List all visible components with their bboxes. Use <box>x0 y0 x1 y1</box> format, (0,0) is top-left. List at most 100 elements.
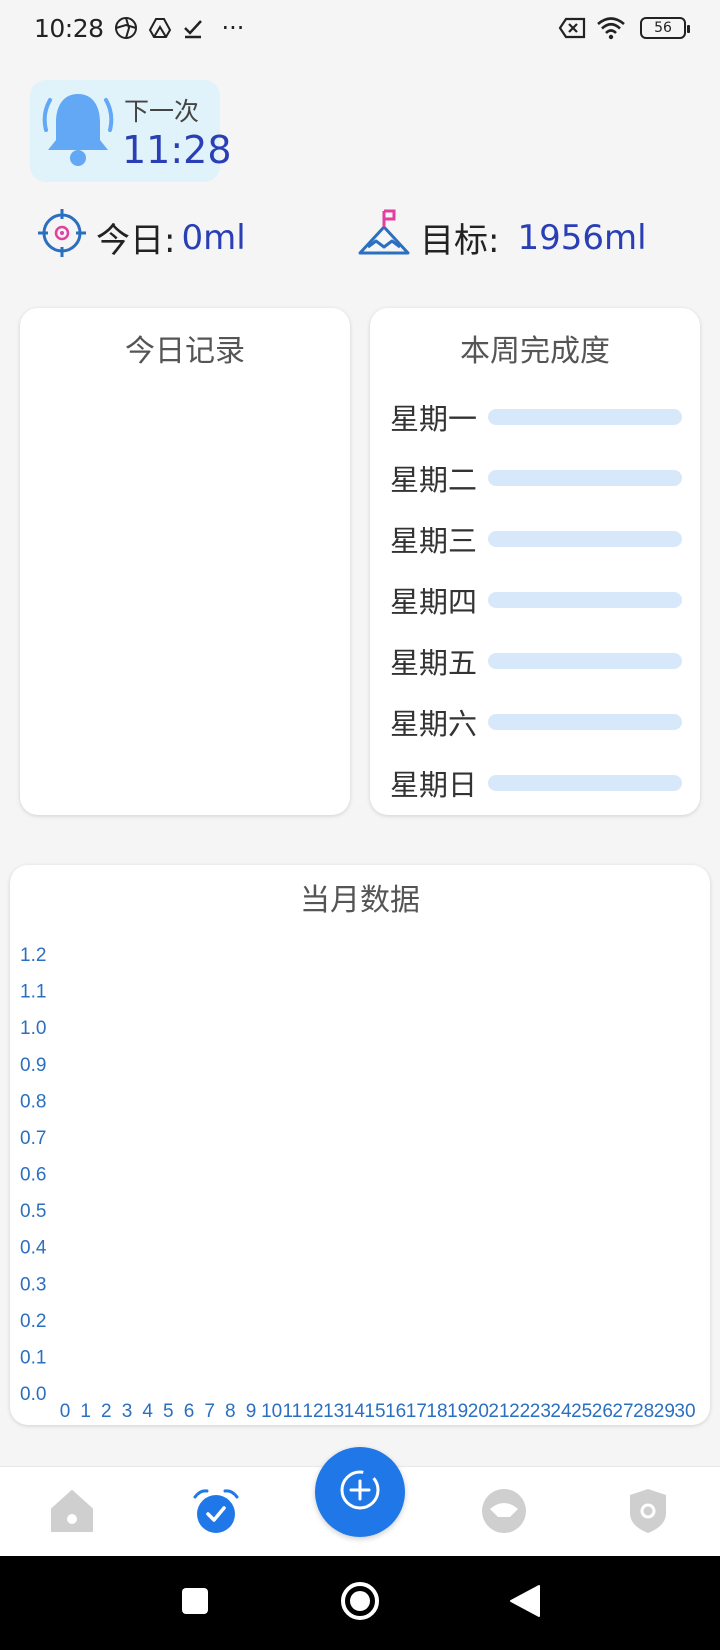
week-day-row: 星期三 <box>390 508 682 569</box>
goal-value: 1956ml <box>517 217 647 258</box>
month-chart: 0.0 0.1 0.2 0.3 0.4 0.5 0.6 0.7 0.8 0.9 1.0 1.1 1.2 0… <box>20 945 696 1422</box>
status-time: 10:28 <box>34 13 104 43</box>
week-day-progress-bar <box>488 469 682 486</box>
nav-security[interactable] <box>622 1487 674 1539</box>
status-right: 56 <box>558 16 690 40</box>
week-day-progress-bar <box>488 591 682 608</box>
more-indicator: ··· <box>221 14 245 42</box>
week-day-label: 星期一 <box>390 401 478 436</box>
x-tick-label: 25 <box>571 1401 592 1422</box>
goal-label: 目标: <box>420 221 500 261</box>
x-tick-label: 27 <box>612 1401 633 1422</box>
x-tick-label: 23 <box>530 1401 551 1422</box>
y-tick-label: 0.5 <box>20 1201 46 1222</box>
battery-level: 56 <box>654 20 672 36</box>
x-tick-label: 26 <box>592 1401 613 1422</box>
status-bar: 10:28 ··· 56 <box>0 0 720 56</box>
week-progress-title: 本周完成度 <box>460 334 610 369</box>
x-tick-label: 18 <box>426 1401 447 1422</box>
x-tick-label: 0 <box>60 1401 71 1422</box>
x-tick-label: 11 <box>282 1401 302 1422</box>
y-tick-label: 1.0 <box>20 1018 46 1039</box>
bell-icon <box>38 88 118 176</box>
x-tick-label: 10 <box>261 1401 282 1422</box>
nav-home[interactable] <box>46 1487 98 1539</box>
today-record-card: 今日记录 <box>20 308 350 815</box>
circle-icon <box>339 1580 381 1626</box>
x-tick-label: 17 <box>406 1401 427 1422</box>
week-day-row: 星期四 <box>390 569 682 630</box>
y-tick-label: 0.8 <box>20 1091 46 1112</box>
x-tick-label: 21 <box>488 1401 509 1422</box>
battery-indicator: 56 <box>640 17 690 39</box>
x-tick-label: 2 <box>101 1401 112 1422</box>
next-reminder-card[interactable]: 下一次 11:28 <box>30 80 232 182</box>
y-tick-label: 0.7 <box>20 1128 46 1149</box>
today-label: 今日: <box>96 221 176 261</box>
x-tick-label: 15 <box>364 1401 385 1422</box>
week-day-row: 星期二 <box>390 447 682 508</box>
x-tick-label: 13 <box>323 1401 344 1422</box>
square-icon <box>180 1586 210 1620</box>
check-icon <box>182 17 204 39</box>
week-day-label: 星期三 <box>390 523 478 558</box>
x-tick-label: 3 <box>122 1401 133 1422</box>
x-tick-label: 14 <box>344 1401 366 1422</box>
x-tick-label: 1 <box>80 1401 91 1422</box>
today-value: 0ml <box>181 217 246 258</box>
y-tick-label: 0.0 <box>20 1384 46 1405</box>
back-button[interactable] <box>500 1578 550 1628</box>
y-tick-label: 1.1 <box>20 982 46 1003</box>
week-day-label: 星期五 <box>390 645 478 680</box>
x-tick-label: 7 <box>204 1401 215 1422</box>
x-tick-label: 4 <box>142 1401 153 1422</box>
no-sim-icon <box>558 17 586 39</box>
x-tick-label: 8 <box>225 1401 236 1422</box>
x-tick-label: 12 <box>302 1401 323 1422</box>
x-tick-label: 20 <box>468 1401 489 1422</box>
add-record-icon <box>337 1467 383 1517</box>
mountain-flag-icon <box>358 207 410 268</box>
system-nav-bar <box>0 1556 720 1650</box>
x-tick-label: 5 <box>163 1401 174 1422</box>
y-tick-label: 0.3 <box>20 1274 46 1295</box>
x-tick-label: 30 <box>674 1401 695 1422</box>
home-icon <box>48 1487 96 1539</box>
back-triangle-icon <box>509 1584 541 1622</box>
y-tick-label: 0.6 <box>20 1165 46 1186</box>
week-day-progress-bar <box>488 713 682 730</box>
week-day-progress-bar <box>488 408 682 425</box>
month-data-card: 当月数据 0.0 0.1 0.2 0.3 0.4 0.5 0.6 0.7 0.8 0.9 1.0 1.… <box>10 865 710 1425</box>
today-intake: 今日: 0ml <box>38 209 246 266</box>
y-tick-label: 0.2 <box>20 1311 46 1332</box>
home-button[interactable] <box>335 1578 385 1628</box>
y-tick-label: 0.9 <box>20 1055 46 1076</box>
week-day-row: 星期六 <box>390 691 682 752</box>
week-day-label: 星期四 <box>390 584 478 619</box>
week-day-row: 星期日 <box>390 752 682 813</box>
x-tick-label: 22 <box>509 1401 530 1422</box>
week-day-label: 星期二 <box>390 462 478 497</box>
next-reminder-label: 下一次 <box>124 97 200 126</box>
eye-icon <box>480 1487 528 1539</box>
add-record-button[interactable] <box>315 1447 405 1537</box>
nav-reminders[interactable] <box>190 1487 242 1539</box>
drive-icon <box>148 16 172 40</box>
x-tick-label: 16 <box>385 1401 406 1422</box>
stats-row: 今日: 0ml 目标: 1956ml <box>0 205 720 265</box>
y-tick-label: 0.4 <box>20 1238 47 1259</box>
nav-eye[interactable] <box>478 1487 530 1539</box>
next-reminder-time: 11:28 <box>122 128 232 172</box>
aperture-icon <box>114 16 138 40</box>
week-day-progress-bar <box>488 530 682 547</box>
week-progress-list: 星期一星期二星期三星期四星期五星期六星期日 <box>390 386 682 813</box>
x-tick-label: 19 <box>447 1401 468 1422</box>
x-tick-label: 28 <box>633 1401 654 1422</box>
week-day-label: 星期六 <box>390 706 478 741</box>
wifi-icon <box>596 16 626 40</box>
recent-apps-button[interactable] <box>170 1578 220 1628</box>
x-tick-label: 29 <box>654 1401 675 1422</box>
week-day-row: 星期五 <box>390 630 682 691</box>
week-day-label: 星期日 <box>390 767 478 802</box>
status-left: 10:28 ··· <box>34 14 244 43</box>
